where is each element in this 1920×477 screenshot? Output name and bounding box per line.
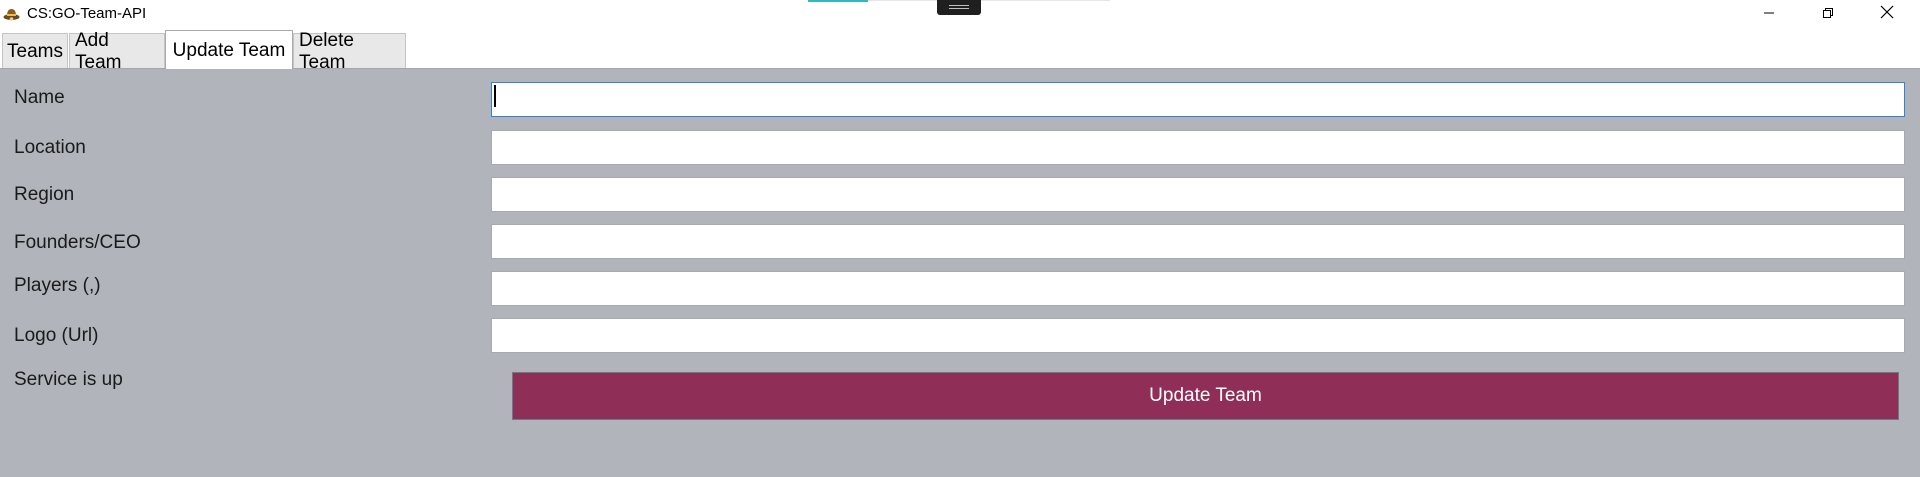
founders-ceo-label: Founders/CEO bbox=[14, 232, 141, 253]
founders-ceo-input[interactable] bbox=[491, 224, 1905, 259]
restore-button[interactable] bbox=[1799, 0, 1857, 29]
location-label: Location bbox=[14, 137, 86, 158]
drag-handle[interactable] bbox=[937, 0, 981, 15]
app-window: CS:GO-Team-API Teams Add Team Update Tea… bbox=[0, 0, 1920, 477]
tab-teams[interactable]: Teams bbox=[2, 33, 68, 68]
name-input[interactable] bbox=[491, 82, 1905, 117]
cowboy-hat-icon bbox=[3, 5, 20, 22]
tab-add-team[interactable]: Add Team bbox=[69, 30, 165, 73]
update-team-button[interactable]: Update Team bbox=[512, 372, 1899, 420]
region-input[interactable] bbox=[491, 177, 1905, 212]
name-label: Name bbox=[14, 87, 65, 108]
tab-strip: Teams Add Team Update Team Delete Team bbox=[0, 29, 1920, 73]
update-team-panel: Name Location Region Founders/CEO Player… bbox=[0, 68, 1920, 477]
close-icon bbox=[1880, 5, 1894, 24]
minimize-icon bbox=[1763, 6, 1775, 24]
top-accent-line bbox=[868, 0, 1110, 1]
close-button[interactable] bbox=[1858, 0, 1916, 29]
title-bar[interactable]: CS:GO-Team-API bbox=[0, 0, 1920, 29]
top-accent-bar bbox=[808, 0, 868, 2]
region-label: Region bbox=[14, 184, 75, 205]
logo-url-input[interactable] bbox=[491, 318, 1905, 353]
tab-delete-team[interactable]: Delete Team bbox=[293, 30, 406, 73]
service-status-text: Service is up bbox=[14, 369, 123, 390]
logo-url-label: Logo (Url) bbox=[14, 325, 99, 346]
tab-update-team[interactable]: Update Team bbox=[165, 30, 293, 69]
restore-icon bbox=[1822, 6, 1834, 24]
players-label: Players (,) bbox=[14, 275, 101, 296]
drag-handle-line bbox=[949, 5, 969, 6]
location-input[interactable] bbox=[491, 130, 1905, 165]
minimize-button[interactable] bbox=[1740, 0, 1798, 29]
text-caret bbox=[494, 85, 496, 107]
players-input[interactable] bbox=[491, 271, 1905, 306]
window-title: CS:GO-Team-API bbox=[27, 5, 147, 22]
drag-handle-line bbox=[949, 8, 969, 9]
